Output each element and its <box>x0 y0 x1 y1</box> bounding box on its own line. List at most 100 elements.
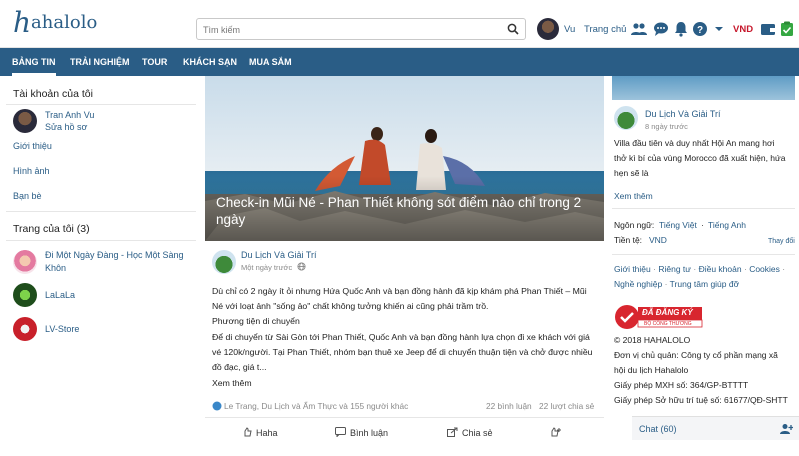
author-name[interactable]: Du Lịch Và Giải Trí <box>645 109 721 119</box>
nav-experiences[interactable]: TRẢI NGHIỆM <box>70 48 130 76</box>
main-nav: BẢNG TIN TRẢI NGHIỆM TOUR KHÁCH SẠN MUA … <box>0 48 799 76</box>
clipboard-icon[interactable] <box>779 21 795 37</box>
haha-button[interactable]: Haha <box>256 428 278 438</box>
user-avatar[interactable] <box>537 18 559 40</box>
my-pages-title: Trang của tôi (3) <box>13 223 90 235</box>
change-currency-link[interactable]: Thay đổi <box>768 234 795 249</box>
copyright: © 2018 HAHALOLO <box>614 335 691 345</box>
legal-line: Giấy phép Sở hữu trí tuệ số: 61677/QĐ-SH… <box>614 395 788 405</box>
haha-icon[interactable] <box>242 427 252 439</box>
footer-cookies[interactable]: Cookies <box>749 264 780 274</box>
news-feed: Check-in Mũi Né - Phan Thiết không sót đ… <box>205 76 604 456</box>
logo[interactable]: hahalolo <box>13 9 97 37</box>
currency-selector[interactable]: VND <box>733 24 753 35</box>
comments-count[interactable]: 22 bình luận <box>486 401 532 411</box>
add-contact-icon[interactable] <box>780 423 794 436</box>
nav-tour[interactable]: TOUR <box>142 48 167 76</box>
post-card: Du Lịch Và Giải Trí Một ngày trước Dù ch… <box>205 241 604 456</box>
footer-help-center[interactable]: Trung tâm giúp đỡ <box>670 279 740 289</box>
wallet-icon[interactable] <box>760 21 776 37</box>
help-icon[interactable]: ? <box>692 21 708 37</box>
friends-link[interactable]: Bạn bè <box>13 191 42 201</box>
see-more-link[interactable]: Xem thêm <box>212 376 597 392</box>
page-link[interactable]: Đi Một Ngày Đàng - Học Một Sàng <box>45 250 184 260</box>
shares-count[interactable]: 22 lượt chia sẻ <box>539 401 594 411</box>
author-name[interactable]: Du Lịch Và Giải Trí <box>241 250 317 260</box>
page-avatar[interactable] <box>13 250 37 274</box>
comment-button[interactable]: Bình luận <box>350 428 388 438</box>
about-link[interactable]: Giới thiệu <box>13 141 52 151</box>
post-cover-image[interactable]: Check-in Mũi Né - Phan Thiết không sót đ… <box>205 76 604 241</box>
footer-about[interactable]: Giới thiệu <box>614 264 651 274</box>
page-link[interactable]: LV-Store <box>45 324 79 334</box>
share-button[interactable]: Chia sẻ <box>462 428 493 438</box>
page-avatar[interactable] <box>13 317 37 341</box>
currency-label: Tiền tệ: <box>614 235 643 245</box>
post-title[interactable]: Check-in Mũi Né - Phan Thiết không sót đ… <box>216 194 596 228</box>
separator: · <box>701 220 704 230</box>
post-desc-line: Villa đầu tiên và duy nhất Hội An mang h… <box>614 138 775 148</box>
legal-line: Giấy phép MXH số: 364/GP-BTTTT <box>614 380 749 390</box>
reactions-summary[interactable]: Le Trang, Du Lịch và Ẩm Thực và 155 ngườ… <box>224 401 408 411</box>
profile-name[interactable]: Tran Anh Vu <box>45 110 94 120</box>
post-text-line: Né với loạt ảnh "sống ảo" chất không tưở… <box>212 301 489 311</box>
divider <box>205 417 604 418</box>
comment-icon[interactable] <box>335 427 346 439</box>
post-desc-line: thở kì bí của vùng Morocco đã xuất hiện,… <box>614 153 786 163</box>
page-link-cont[interactable]: Khôn <box>45 263 66 273</box>
page-link[interactable]: LaLaLa <box>45 290 75 300</box>
post-time: 8 ngày trước <box>645 122 688 131</box>
badge-title: ĐÃ ĐĂNG KÝ <box>642 308 693 317</box>
lang-english[interactable]: Tiếng Anh <box>708 218 746 233</box>
divider <box>6 211 196 212</box>
notifications-icon[interactable] <box>673 21 689 37</box>
footer-links-2: Nghề nghiệp · Trung tâm giúp đỡ <box>614 279 740 289</box>
post-time: Một ngày trước <box>241 263 293 272</box>
currency-value[interactable]: VND <box>649 233 667 248</box>
post-text-line: vé 120k/người. Tại Phan Thiết, nhóm bạn … <box>212 347 593 357</box>
badge-subtitle: BỘ CÔNG THƯƠNG <box>644 320 692 327</box>
share-icon[interactable] <box>447 427 458 439</box>
legal-line: Đơn vị chủ quản: Công ty cổ phần mạng xã <box>614 350 778 360</box>
legal-line: hội du lịch Hahalolo <box>614 365 689 375</box>
registered-badge[interactable]: ĐÃ ĐĂNG KÝ BỘ CÔNG THƯƠNG <box>614 304 704 330</box>
friends-icon[interactable] <box>631 21 647 37</box>
chevron-down-icon[interactable] <box>713 21 729 37</box>
photos-link[interactable]: Hình ảnh <box>13 166 50 176</box>
left-sidebar: Tài khoản của tôi Tran Anh Vu Sửa hồ sơ … <box>0 76 205 456</box>
svg-text:?: ? <box>697 25 703 36</box>
chat-label[interactable]: Chat (60) <box>639 424 677 434</box>
right-sidebar: Du Lịch Và Giải Trí 8 ngày trước Villa đ… <box>604 76 799 456</box>
edit-profile-link[interactable]: Sửa hồ sơ <box>45 122 87 132</box>
globe-icon <box>297 262 306 273</box>
footer-careers[interactable]: Nghề nghiệp <box>614 279 662 289</box>
lang-vietnamese[interactable]: Tiếng Việt <box>659 218 697 233</box>
nav-news-feed[interactable]: BẢNG TIN <box>12 48 56 76</box>
search-box <box>196 18 526 40</box>
featured-image[interactable] <box>612 76 795 100</box>
footer-privacy[interactable]: Riêng tư <box>658 264 691 274</box>
divider <box>6 104 196 105</box>
post-text-line: Phương tiện di chuyển <box>212 316 300 326</box>
post-text-line: Để di chuyển từ Sài Gòn tới Phan Thiết, … <box>212 332 590 342</box>
nav-shopping[interactable]: MUA SẮM <box>249 48 292 76</box>
post-text-line: Dù chỉ có 2 ngày ít ỏi nhưng Hứa Quốc An… <box>212 286 587 296</box>
divider <box>6 240 196 241</box>
reactions-icon <box>212 401 222 413</box>
nav-hotels[interactable]: KHÁCH SẠN <box>183 48 237 76</box>
more-reactions-icon[interactable] <box>551 427 563 439</box>
post-text-line: đồ đạc, giá t... <box>212 362 267 372</box>
see-more-link[interactable]: Xem thêm <box>614 189 653 204</box>
user-avatar[interactable] <box>13 109 37 133</box>
user-name-link[interactable]: Vu <box>564 24 575 35</box>
logo-h: h <box>13 6 32 39</box>
author-avatar[interactable] <box>614 106 638 130</box>
page-avatar[interactable] <box>13 283 37 307</box>
search-icon[interactable] <box>507 23 519 37</box>
chat-bar[interactable]: Chat (60) <box>632 416 799 440</box>
footer-terms[interactable]: Điều khoản <box>699 264 742 274</box>
messages-icon[interactable] <box>653 21 669 37</box>
author-avatar[interactable] <box>212 250 236 274</box>
home-link[interactable]: Trang chủ <box>584 24 626 35</box>
search-input[interactable] <box>203 22 493 37</box>
